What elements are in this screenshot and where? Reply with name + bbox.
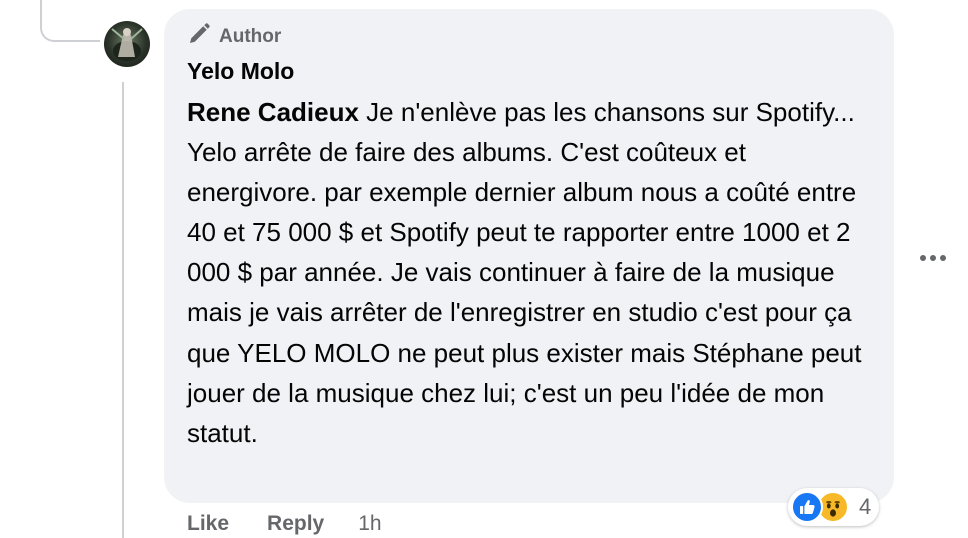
- comment-text: Rene Cadieux Je n'enlève pas les chanson…: [187, 92, 877, 453]
- author-badge-label: Author: [219, 26, 282, 47]
- comment-author-name[interactable]: Yelo Molo: [187, 58, 294, 85]
- mention-link[interactable]: Rene Cadieux: [187, 97, 359, 127]
- like-icon: [791, 491, 823, 523]
- comment-actions: Like Reply 1h: [187, 511, 382, 537]
- reply-button[interactable]: Reply: [267, 512, 324, 536]
- avatar[interactable]: [104, 21, 150, 67]
- avatar-image: [111, 28, 143, 61]
- reply-thread-line: [122, 82, 124, 538]
- ellipsis-icon: [920, 255, 946, 261]
- reaction-count: 4: [859, 494, 872, 519]
- comment-body: Je n'enlève pas les chansons sur Spotify…: [187, 97, 862, 448]
- reply-thread-connector: [40, 0, 100, 42]
- more-options-button[interactable]: [916, 246, 950, 270]
- author-badge: Author: [187, 22, 282, 52]
- like-button[interactable]: Like: [187, 512, 229, 536]
- comment-timestamp[interactable]: 1h: [358, 512, 381, 536]
- reactions-summary[interactable]: 4: [788, 488, 880, 526]
- pencil-icon: [187, 22, 211, 52]
